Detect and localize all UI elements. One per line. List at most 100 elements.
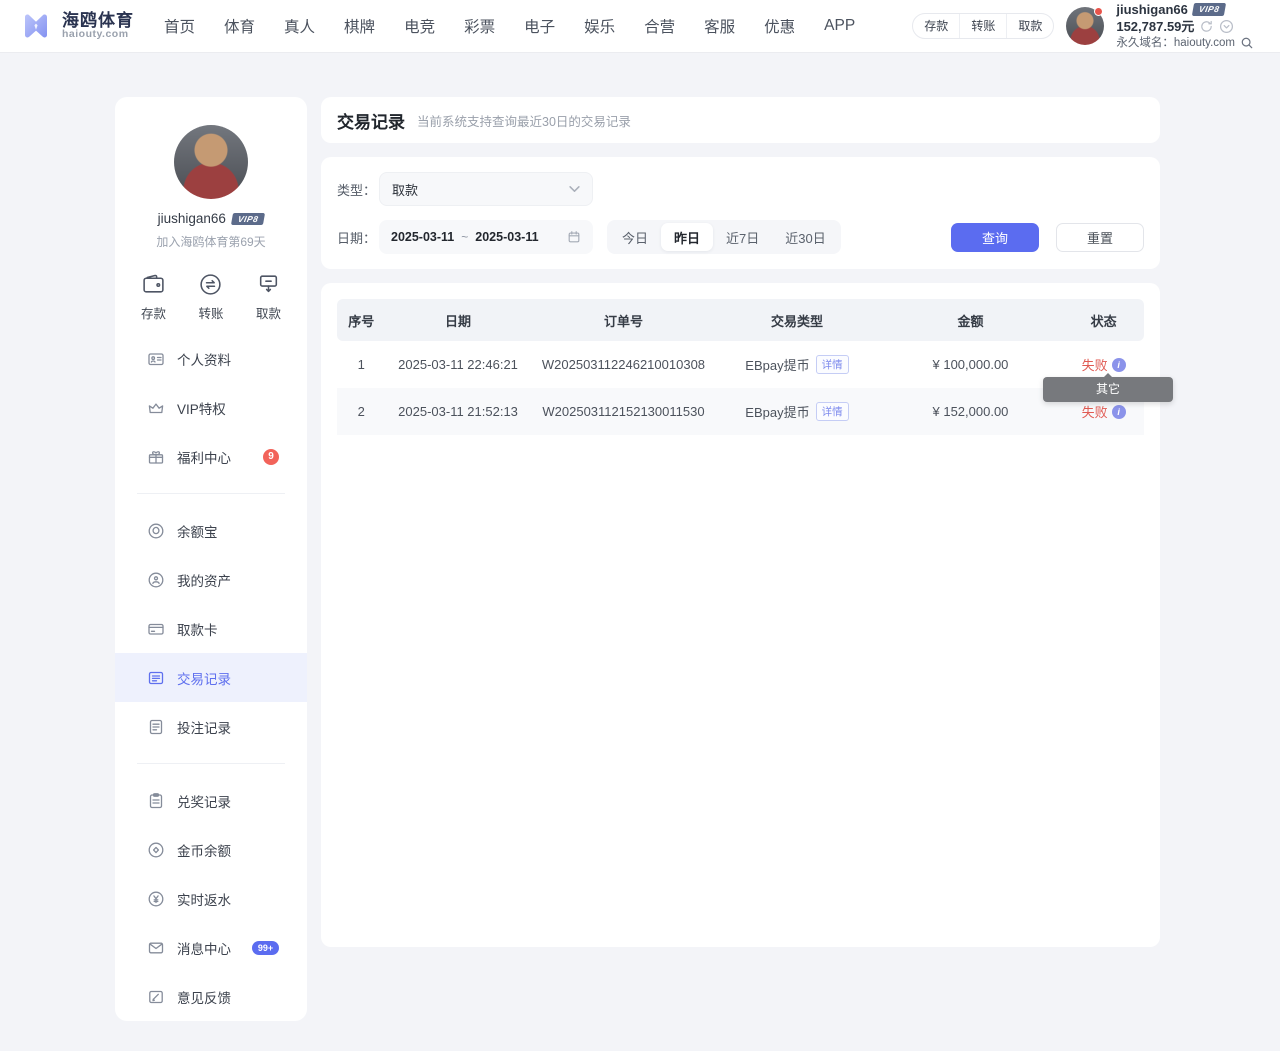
sidebar-item-redeem-records[interactable]: 兑奖记录 xyxy=(115,776,307,825)
transaction-records-icon xyxy=(147,669,165,687)
vip-badge: VIP8 xyxy=(1192,3,1227,16)
date-filter-label: 日期： xyxy=(337,228,379,247)
nav-item-promotions[interactable]: 优惠 xyxy=(764,15,795,37)
nav-item-support[interactable]: 客服 xyxy=(704,15,735,37)
user-avatar[interactable] xyxy=(1066,7,1104,45)
nav-item-entertainment[interactable]: 娱乐 xyxy=(584,15,615,37)
welfare-badge: 9 xyxy=(263,449,279,465)
withdraw-icon xyxy=(256,272,281,297)
page-header: 交易记录 当前系统支持查询最近30日的交易记录 xyxy=(321,97,1160,143)
sidebar-item-coin-balance[interactable]: 金币余额 xyxy=(115,825,307,874)
refresh-balance-icon[interactable] xyxy=(1199,19,1214,34)
date-separator: ~ xyxy=(461,230,468,244)
gift-icon xyxy=(147,448,165,466)
topbar-deposit-button[interactable]: 存款 xyxy=(913,14,959,38)
wallet-quick-actions: 存款 转账 取款 xyxy=(912,13,1054,39)
cell-amount: ¥ 152,000.00 xyxy=(878,388,1064,435)
detail-link[interactable]: 详情 xyxy=(816,355,849,374)
withdraw-label: 取款 xyxy=(256,303,281,322)
range-yesterday-button[interactable]: 昨日 xyxy=(661,223,713,251)
range-7days-button[interactable]: 近7日 xyxy=(713,220,772,254)
profile-avatar[interactable] xyxy=(174,125,248,199)
reset-button[interactable]: 重置 xyxy=(1056,223,1144,252)
yuebao-icon xyxy=(147,522,165,540)
nav-item-lottery[interactable]: 彩票 xyxy=(464,15,495,37)
filter-panel: 类型： 取款 日期： 2025-03-11 ~ 2025-03-11 xyxy=(321,157,1160,269)
col-header-status: 状态 xyxy=(1063,299,1144,341)
date-range-picker[interactable]: 2025-03-11 ~ 2025-03-11 xyxy=(379,220,593,254)
sidebar-item-my-assets[interactable]: 我的资产 xyxy=(115,555,307,604)
nav-item-slots[interactable]: 电子 xyxy=(524,15,555,37)
coin-balance-icon xyxy=(147,841,165,859)
col-header-order: 订单号 xyxy=(531,299,717,341)
profile-quick-actions: 存款 转账 取款 xyxy=(115,272,307,322)
search-icon[interactable] xyxy=(1240,36,1254,50)
profile-sidebar: jiushigan66 VIP8 加入海鸥体育第69天 存款 转账 xyxy=(115,97,307,1021)
col-header-amount: 金额 xyxy=(878,299,1064,341)
range-today-button[interactable]: 今日 xyxy=(609,220,661,254)
table-row: 1 2025-03-11 22:46:21 W20250311224621001… xyxy=(337,341,1144,388)
quick-range-group: 今日 昨日 近7日 近30日 xyxy=(607,220,841,254)
menu-label: VIP特权 xyxy=(177,398,226,418)
wallet-icon xyxy=(141,272,166,297)
col-header-type: 交易类型 xyxy=(716,299,877,341)
menu-label: 兑奖记录 xyxy=(177,791,231,811)
sidebar-deposit-button[interactable]: 存款 xyxy=(141,272,166,322)
crown-icon xyxy=(147,399,165,417)
brand-logo[interactable]: 海鸥体育 haiouty.com xyxy=(18,8,134,44)
detail-link[interactable]: 详情 xyxy=(816,402,849,421)
cell-date: 2025-03-11 21:52:13 xyxy=(385,388,530,435)
id-card-icon xyxy=(147,350,165,368)
sidebar-item-message-center[interactable]: 消息中心 99+ xyxy=(115,923,307,972)
page-title: 交易记录 xyxy=(337,108,405,133)
date-from-value: 2025-03-11 xyxy=(391,230,454,244)
nav-item-live-casino[interactable]: 真人 xyxy=(284,15,315,37)
sidebar-item-transaction-records[interactable]: 交易记录 xyxy=(115,653,307,702)
status-info-icon[interactable]: i xyxy=(1112,405,1126,419)
topbar-withdraw-button[interactable]: 取款 xyxy=(1006,14,1053,38)
nav-item-esports[interactable]: 电竞 xyxy=(404,15,435,37)
page-subtitle: 当前系统支持查询最近30日的交易记录 xyxy=(417,111,631,130)
status-info-icon[interactable]: i xyxy=(1112,358,1126,372)
nav-item-affiliate[interactable]: 合营 xyxy=(644,15,675,37)
balance-expand-icon[interactable] xyxy=(1219,19,1234,34)
table-row: 2 2025-03-11 21:52:13 W20250311215213001… xyxy=(337,388,1144,435)
sidebar-item-vip-privileges[interactable]: VIP特权 xyxy=(115,383,307,432)
bet-records-icon xyxy=(147,718,165,736)
range-30days-button[interactable]: 近30日 xyxy=(772,220,838,254)
menu-label: 投注记录 xyxy=(177,717,231,737)
date-to-value: 2025-03-11 xyxy=(475,230,538,244)
bank-card-icon xyxy=(147,620,165,638)
calendar-icon xyxy=(567,230,581,244)
sidebar-item-feedback[interactable]: 意见反馈 xyxy=(115,972,307,1021)
cell-no: 1 xyxy=(337,341,385,388)
transactions-table-card: 序号 日期 订单号 交易类型 金额 状态 1 2025-03-11 22:46:… xyxy=(321,283,1160,947)
profile-username: jiushigan66 xyxy=(158,211,226,226)
sidebar-item-yuebao[interactable]: 余额宝 xyxy=(115,506,307,555)
menu-label: 余额宝 xyxy=(177,521,218,541)
sidebar-item-realtime-rebate[interactable]: 实时返水 xyxy=(115,874,307,923)
nav-item-home[interactable]: 首页 xyxy=(164,15,195,37)
sidebar-transfer-button[interactable]: 转账 xyxy=(198,272,223,322)
sidebar-item-welfare-center[interactable]: 福利中心 9 xyxy=(115,432,307,481)
type-select[interactable]: 取款 xyxy=(379,172,593,206)
search-button[interactable]: 查询 xyxy=(951,223,1039,252)
sidebar-item-bet-records[interactable]: 投注记录 xyxy=(115,702,307,751)
topbar-transfer-button[interactable]: 转账 xyxy=(959,14,1006,38)
notification-dot xyxy=(1094,7,1103,16)
menu-label: 意见反馈 xyxy=(177,987,231,1007)
status-text: 失败 xyxy=(1082,355,1108,374)
nav-item-board-games[interactable]: 棋牌 xyxy=(344,15,375,37)
cell-date: 2025-03-11 22:46:21 xyxy=(385,341,530,388)
brand-name: 海鸥体育 xyxy=(62,12,134,30)
joined-days-label: 加入海鸥体育第69天 xyxy=(115,233,307,250)
nav-item-sports[interactable]: 体育 xyxy=(224,15,255,37)
message-count-badge: 99+ xyxy=(252,941,279,955)
deposit-label: 存款 xyxy=(141,303,166,322)
status-tooltip-text: 其它 xyxy=(1096,382,1120,396)
sidebar-withdraw-button[interactable]: 取款 xyxy=(256,272,281,322)
sidebar-item-personal-info[interactable]: 个人资料 xyxy=(115,334,307,383)
sidebar-item-withdrawal-card[interactable]: 取款卡 xyxy=(115,604,307,653)
nav-item-app[interactable]: APP xyxy=(824,17,855,35)
menu-label: 取款卡 xyxy=(177,619,218,639)
